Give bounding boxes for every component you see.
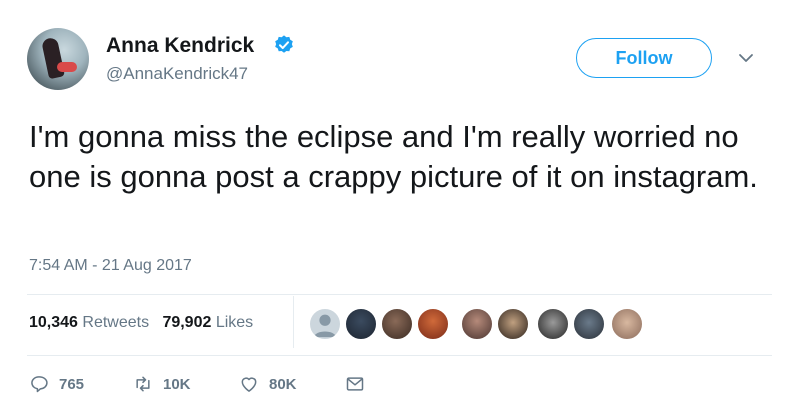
liker-avatar[interactable] <box>497 308 529 340</box>
liker-avatar[interactable] <box>461 308 493 340</box>
author-name[interactable]: Anna Kendrick <box>106 34 254 58</box>
retweets-label: Retweets <box>82 314 150 331</box>
like-button[interactable]: 80K <box>239 372 297 396</box>
author-avatar[interactable] <box>27 28 89 90</box>
follow-button[interactable]: Follow <box>576 38 712 78</box>
liker-avatar[interactable] <box>345 308 377 340</box>
author-handle[interactable]: @AnnaKendrick47 <box>106 64 248 84</box>
like-count: 80K <box>269 375 297 393</box>
likes-label: Likes <box>215 314 254 331</box>
liker-avatar[interactable] <box>417 308 449 340</box>
stats-separator <box>293 296 294 348</box>
reply-button[interactable]: 765 <box>29 372 84 396</box>
retweets-count: 10,346 <box>29 314 78 331</box>
tweet-text: I'm gonna miss the eclipse and I'm reall… <box>29 119 758 194</box>
divider <box>27 294 772 295</box>
heart-icon <box>241 377 257 392</box>
liker-avatar[interactable] <box>537 308 569 340</box>
message-button[interactable] <box>345 372 365 396</box>
engagement-stats: 10,346 Retweets 79,902 Likes <box>29 314 253 332</box>
retweet-count: 10K <box>163 375 191 393</box>
reply-count: 765 <box>59 375 85 393</box>
verified-badge-icon <box>275 35 293 53</box>
divider <box>27 355 772 356</box>
liker-avatar[interactable] <box>611 308 643 340</box>
likes-stat[interactable]: 79,902 Likes <box>162 314 253 331</box>
retweets-stat[interactable]: 10,346 Retweets <box>29 314 154 331</box>
liker-avatar[interactable] <box>309 308 341 340</box>
likes-count: 79,902 <box>162 314 212 331</box>
reply-icon <box>31 376 48 393</box>
envelope-icon <box>346 377 364 391</box>
retweet-icon <box>136 376 150 392</box>
liker-avatar[interactable] <box>573 308 605 340</box>
retweet-button[interactable]: 10K <box>133 372 191 396</box>
liker-avatar[interactable] <box>381 308 413 340</box>
chevron-down-icon[interactable] <box>738 52 754 64</box>
tweet-timestamp[interactable]: 7:54 AM - 21 Aug 2017 <box>29 257 192 275</box>
